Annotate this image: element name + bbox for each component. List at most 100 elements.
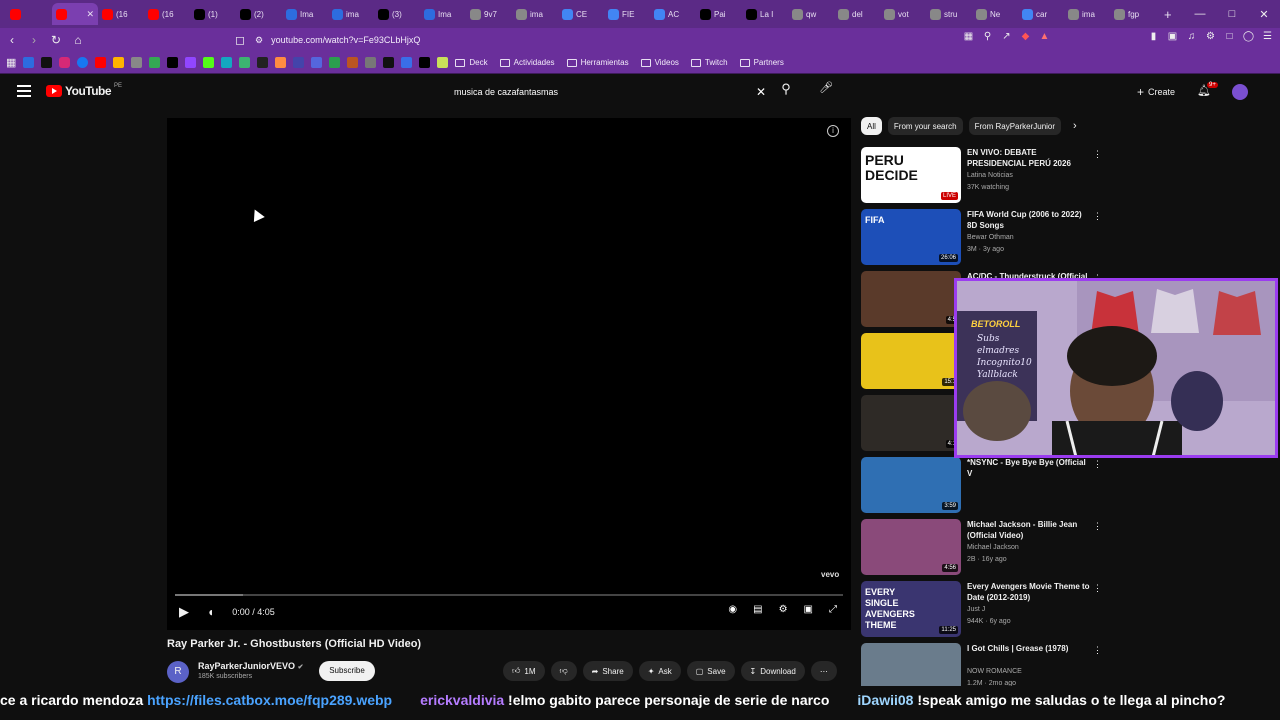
browser-tab[interactable]: Ima bbox=[282, 3, 328, 25]
youtube-logo[interactable]: YouTube PE bbox=[46, 83, 122, 98]
more-options-icon[interactable]: ⋮ bbox=[1093, 645, 1102, 656]
video-thumbnail[interactable]: EVERY SINGLE AVENGERS THEME 11:25 bbox=[861, 581, 961, 637]
bookmark-icon-4[interactable] bbox=[149, 57, 161, 68]
bookmark-icon-17[interactable] bbox=[437, 57, 449, 68]
video-thumbnail[interactable]: 4:5 bbox=[861, 271, 961, 327]
autoplay-toggle[interactable]: ◉ bbox=[728, 604, 737, 615]
bookmark-icon-12[interactable] bbox=[347, 57, 359, 68]
download-button[interactable]: ↧ Download bbox=[740, 661, 805, 681]
like-button[interactable]: 👍︎ 1M bbox=[503, 661, 545, 681]
browser-tab[interactable]: stru bbox=[926, 3, 972, 25]
more-options-icon[interactable]: ⋮ bbox=[1093, 583, 1102, 594]
gear-icon[interactable]: ⚙ bbox=[1204, 31, 1217, 42]
minimize-icon[interactable]: — bbox=[1184, 8, 1216, 20]
progress-bar[interactable] bbox=[175, 594, 843, 596]
shield-icon[interactable]: ◯ bbox=[1242, 31, 1255, 42]
bookmark-icon-8[interactable] bbox=[275, 57, 287, 68]
recommendation-item[interactable]: 4:56 Michael Jackson - Billie Jean (Offic… bbox=[861, 517, 1251, 579]
browser-tab[interactable]: fgp bbox=[1110, 3, 1156, 25]
search-icon[interactable]: ⚲ bbox=[776, 81, 796, 97]
music-icon[interactable]: ♫ bbox=[1185, 31, 1198, 42]
share-icon[interactable]: ↗ bbox=[1000, 31, 1013, 42]
create-button[interactable]: + Create bbox=[1137, 85, 1175, 99]
browser-tab[interactable]: ✕ bbox=[52, 3, 98, 25]
alert-icon[interactable]: ▲ bbox=[1038, 31, 1051, 42]
video-player[interactable]: i vevo ▶ ◖ 0:00 / 4:05 ◉ ▤ ⚙ ▣ ⤢ bbox=[167, 118, 851, 630]
bookmark-icon-11[interactable] bbox=[329, 57, 341, 68]
bookmark-folder[interactable]: Herramientas bbox=[566, 58, 629, 67]
account-avatar[interactable] bbox=[1232, 84, 1248, 100]
browser-tab[interactable]: ima bbox=[328, 3, 374, 25]
bookmark-icon-5[interactable] bbox=[221, 57, 233, 68]
miniplayer-icon[interactable]: ▣ bbox=[804, 604, 813, 615]
browser-tab[interactable]: Ne bbox=[972, 3, 1018, 25]
browser-tab[interactable]: qw bbox=[788, 3, 834, 25]
dislike-button[interactable]: 👎︎ bbox=[550, 661, 577, 681]
more-actions-button[interactable]: ⋯ bbox=[810, 661, 837, 681]
browser-tab[interactable]: (2) bbox=[236, 3, 282, 25]
bookmark-icon-13[interactable] bbox=[365, 57, 377, 68]
youtube-bookmark-icon[interactable] bbox=[95, 57, 107, 68]
subscribe-button[interactable]: Subscribe bbox=[319, 661, 375, 681]
channel-name[interactable]: RayParkerJuniorVEVO ✔ bbox=[198, 661, 303, 671]
bookmark-folder[interactable]: Twitch bbox=[690, 58, 728, 67]
address-field[interactable]: ⚙ youtube.com/watch?v=Fe93CLbHjxQ bbox=[255, 32, 975, 48]
bookmark-icon-16[interactable] bbox=[419, 57, 431, 68]
bookmark-icon-6[interactable] bbox=[239, 57, 251, 68]
facebook-icon[interactable] bbox=[77, 57, 89, 68]
browser-tab[interactable]: car bbox=[1018, 3, 1064, 25]
guide-menu-icon[interactable] bbox=[17, 85, 31, 97]
bookmark-icon-1[interactable] bbox=[23, 57, 35, 68]
bookmark-icon-7[interactable] bbox=[257, 57, 269, 68]
mic-icon[interactable]: 🎤︎ bbox=[816, 81, 836, 101]
chip-all[interactable]: All bbox=[861, 117, 882, 135]
home-icon[interactable]: ⌂ bbox=[68, 33, 88, 47]
browser-tab[interactable]: La I bbox=[742, 3, 788, 25]
zoom-icon[interactable]: ⚲ bbox=[981, 31, 994, 42]
browser-tab[interactable]: (3) bbox=[374, 3, 420, 25]
browser-tab[interactable]: (16 bbox=[144, 3, 190, 25]
chevron-right-icon[interactable]: › bbox=[1073, 120, 1077, 132]
instagram-icon[interactable] bbox=[59, 57, 71, 68]
browser-tab[interactable]: FIE bbox=[604, 3, 650, 25]
kick-icon[interactable] bbox=[203, 57, 215, 68]
close-window-icon[interactable]: ✕ bbox=[1248, 8, 1280, 21]
extension-icon[interactable]: ◆ bbox=[1019, 31, 1032, 42]
video-thumbnail[interactable]: FIFA 26:06 bbox=[861, 209, 961, 265]
browser-tab[interactable]: del bbox=[834, 3, 880, 25]
browser-tab[interactable] bbox=[6, 3, 52, 25]
browser-tab[interactable]: vot bbox=[880, 3, 926, 25]
bookmark-folder[interactable]: Videos bbox=[640, 58, 679, 67]
chip-filter[interactable]: From your search bbox=[887, 117, 963, 135]
apps-icon[interactable]: ▦ bbox=[6, 56, 16, 69]
screenshot-icon[interactable]: ▦ bbox=[962, 31, 975, 42]
recommendation-item[interactable]: 3:59 *NSYNC - Bye Bye Bye (Official V ⋮ bbox=[861, 455, 1251, 517]
browser-tab[interactable]: (16 bbox=[98, 3, 144, 25]
maximize-icon[interactable]: □ bbox=[1216, 8, 1248, 20]
browser-tab[interactable]: Ima bbox=[420, 3, 466, 25]
browser-tab[interactable]: 9v7 bbox=[466, 3, 512, 25]
browser-tab[interactable]: CE bbox=[558, 3, 604, 25]
ask-button[interactable]: ✦ Ask bbox=[638, 661, 681, 681]
clear-search-icon[interactable]: ✕ bbox=[756, 85, 772, 99]
wallet-icon[interactable]: □ bbox=[1223, 31, 1236, 42]
site-info-icon[interactable]: ⚙ bbox=[255, 35, 263, 46]
bookmark-icon-9[interactable] bbox=[293, 57, 305, 68]
play-icon[interactable]: ▶ bbox=[179, 604, 189, 620]
video-thumbnail[interactable]: 4:56 bbox=[861, 519, 961, 575]
twitch-bookmark-icon[interactable] bbox=[185, 57, 197, 68]
bookmark-folder[interactable]: Partners bbox=[739, 58, 784, 67]
bookmark-icon-10[interactable] bbox=[311, 57, 323, 68]
bookmark-folder[interactable]: Deck bbox=[455, 58, 488, 67]
forward-icon[interactable]: › bbox=[24, 33, 44, 47]
recommendation-item[interactable]: FIFA 26:06 FIFA World Cup (2006 to 2022) 8… bbox=[861, 207, 1251, 269]
bookmark-icon-15[interactable] bbox=[401, 57, 413, 68]
browser-tab[interactable]: AC bbox=[650, 3, 696, 25]
more-options-icon[interactable]: ⋮ bbox=[1093, 211, 1102, 222]
close-tab-icon[interactable]: ✕ bbox=[86, 9, 94, 20]
chat-link[interactable]: https://files.catbox.moe/fqp289.webp bbox=[147, 692, 392, 708]
camera-icon[interactable]: ▣ bbox=[1166, 31, 1179, 42]
bookmark-icon-14[interactable] bbox=[383, 57, 395, 68]
bookmark-page-icon[interactable]: ◻ bbox=[230, 33, 250, 47]
video-thumbnail[interactable]: 3:59 bbox=[861, 457, 961, 513]
